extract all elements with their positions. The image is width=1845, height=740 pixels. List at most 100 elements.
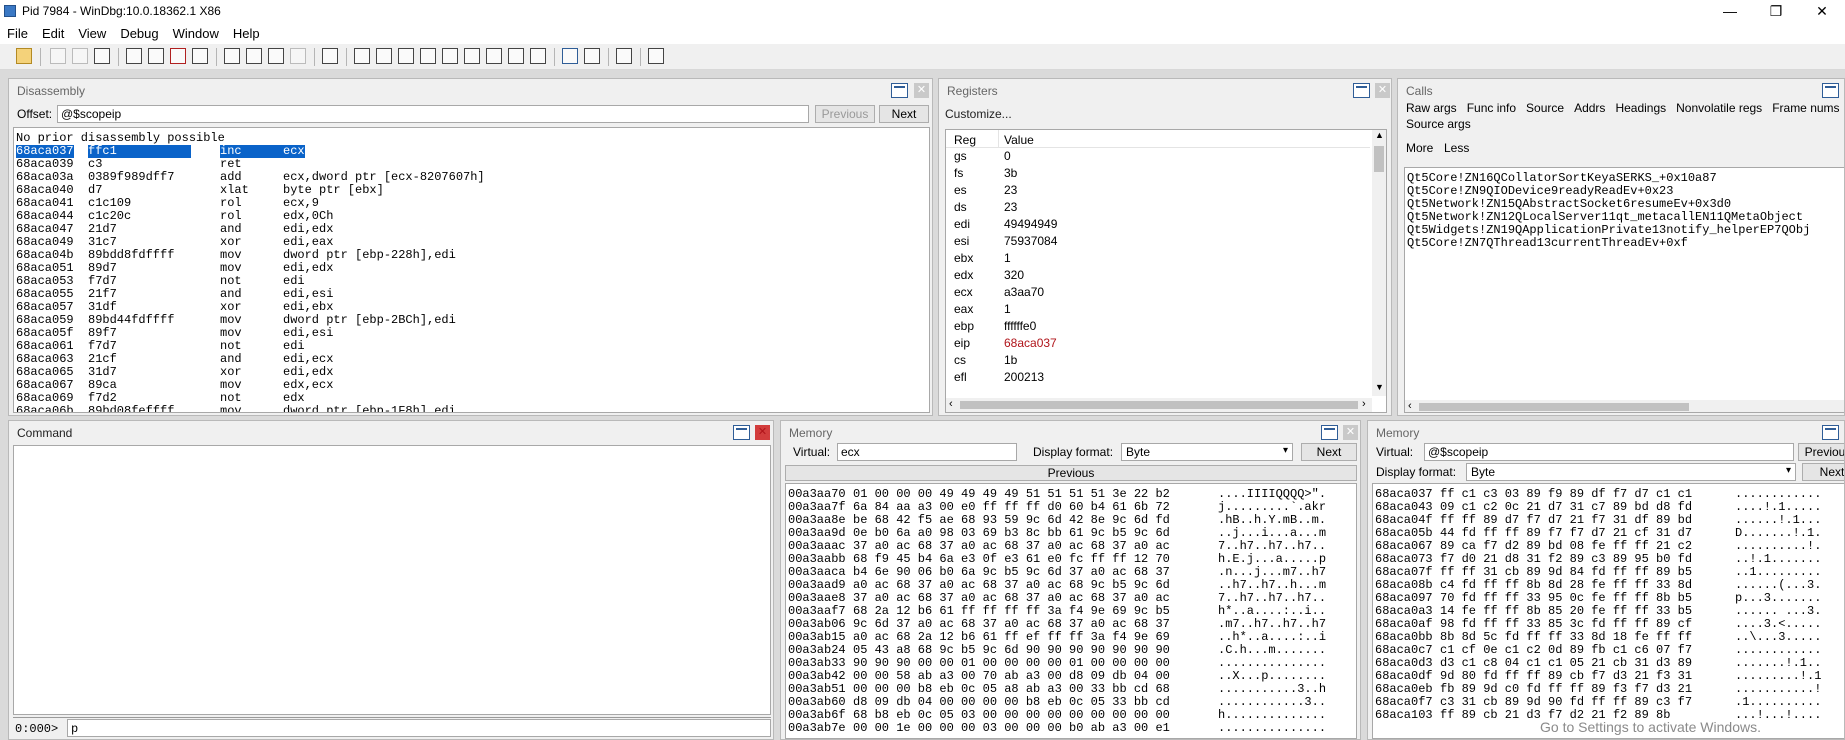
menu-view[interactable]: View	[71, 24, 113, 41]
disassembly-row[interactable]: 68aca055 21f7 and edi,esi	[14, 288, 929, 301]
disassembly-row[interactable]: 68aca040 d7 xlat byte ptr [ebx]	[14, 184, 929, 197]
dock-window-icon[interactable]	[1353, 83, 1370, 98]
scroll-left-icon[interactable]: ‹	[1408, 400, 1412, 412]
value-column-header[interactable]: Value	[1004, 133, 1034, 147]
stop-debugging-icon[interactable]	[170, 48, 186, 64]
reg-column-header[interactable]: Reg	[954, 133, 976, 147]
register-row[interactable]: eip 68aca037	[946, 335, 1370, 352]
restart-icon[interactable]	[148, 48, 164, 64]
raw-args-option[interactable]: Raw args	[1406, 101, 1457, 115]
scrollbar-thumb[interactable]	[960, 401, 1358, 409]
binary-display-icon[interactable]	[584, 48, 600, 64]
headings-option[interactable]: Headings	[1615, 101, 1666, 115]
scroll-up-icon[interactable]: ▲	[1375, 130, 1384, 140]
processes-threads-icon[interactable]	[530, 48, 546, 64]
cut-icon[interactable]	[50, 48, 66, 64]
register-row[interactable]: cs 1b	[946, 352, 1370, 369]
func-info-option[interactable]: Func info	[1467, 101, 1516, 115]
display-format-select[interactable]: Byte ▾	[1121, 443, 1293, 461]
offset-input[interactable]: @$scopeip	[57, 105, 809, 123]
command-input[interactable]: p	[67, 719, 771, 737]
register-row[interactable]: ebp ffffffe0	[946, 318, 1370, 335]
disassembly-row[interactable]: 68aca059 89bd44fdffff mov dword ptr [ebp-2B…	[14, 314, 929, 327]
next-button[interactable]: Next	[879, 105, 929, 123]
step-over-icon[interactable]	[246, 48, 262, 64]
memory-window-icon[interactable]	[442, 48, 458, 64]
open-file-icon[interactable]	[16, 48, 32, 64]
go-icon[interactable]	[126, 48, 142, 64]
frame-nums-option[interactable]: Frame nums	[1772, 101, 1839, 115]
options-icon[interactable]	[648, 48, 664, 64]
call-stack-window-icon[interactable]	[464, 48, 480, 64]
hand-icon[interactable]	[322, 48, 338, 64]
previous-button[interactable]: Previous	[815, 105, 875, 123]
dock-window-icon[interactable]	[891, 83, 908, 98]
command-window-icon[interactable]	[354, 48, 370, 64]
close-pane-icon[interactable]: ✕	[755, 425, 770, 440]
menu-debug[interactable]: Debug	[113, 24, 165, 41]
scroll-down-icon[interactable]: ▼	[1375, 382, 1384, 392]
memory-dump-2[interactable]: 68aca037 ff c1 c3 03 89 f9 89 df f7 d7 c1…	[1372, 483, 1844, 739]
restore-button[interactable]: ❐	[1753, 0, 1799, 24]
less-button[interactable]: Less	[1444, 141, 1469, 155]
disassembly-row[interactable]: 68aca051 89d7 mov edi,edx	[14, 262, 929, 275]
registers-window-icon[interactable]	[420, 48, 436, 64]
menu-window[interactable]: Window	[166, 24, 226, 41]
register-row[interactable]: gs 0	[946, 148, 1370, 165]
disassembly-row[interactable]: 68aca06b 89bd08feffff mov dword ptr [ebp-1F…	[14, 405, 929, 413]
next-button[interactable]: Next	[1802, 463, 1844, 481]
call-frame-row[interactable]: Qt5Core!ZN9QIODevice9readyReadEv+0x23	[1407, 185, 1844, 198]
disassembly-row[interactable]: 68aca053 f7d7 not edi	[14, 275, 929, 288]
disassembly-row[interactable]: 68aca044 c1c20c rol edx,0Ch	[14, 210, 929, 223]
addrs-option[interactable]: Addrs	[1574, 101, 1605, 115]
register-row[interactable]: ebx 1	[946, 250, 1370, 267]
disassembly-row[interactable]: 68aca04b 89bdd8fdffff mov dword ptr [ebp-22…	[14, 249, 929, 262]
disassembly-row[interactable]: 68aca041 c1c109 rol ecx,9	[14, 197, 929, 210]
call-frame-row[interactable]: Qt5Core!ZN16QCollatorSortKeyaSERKS_+0x10…	[1407, 172, 1844, 185]
close-window-button[interactable]: ✕	[1799, 0, 1845, 24]
previous-button[interactable]: Previous	[1798, 443, 1844, 461]
register-row[interactable]: edx 320	[946, 267, 1370, 284]
close-pane-icon[interactable]: ✕	[1343, 425, 1358, 440]
source-option[interactable]: Source	[1526, 101, 1564, 115]
register-row[interactable]: efl 200213	[946, 369, 1370, 386]
call-frame-row[interactable]: Qt5Widgets!ZN19QApplicationPrivate13noti…	[1407, 224, 1844, 237]
calls-horizontal-scrollbar[interactable]: ‹	[1405, 400, 1844, 412]
minimize-button[interactable]: —	[1707, 0, 1753, 24]
disassembly-row[interactable]: 68aca061 f7d7 not edi	[14, 340, 929, 353]
register-row[interactable]: es 23	[946, 182, 1370, 199]
scroll-left-icon[interactable]: ‹	[949, 398, 953, 410]
scroll-right-icon[interactable]: ›	[1362, 398, 1366, 410]
scratch-pad-icon[interactable]	[508, 48, 524, 64]
nonvolatile-regs-option[interactable]: Nonvolatile regs	[1676, 101, 1762, 115]
disassembly-window-icon[interactable]	[486, 48, 502, 64]
disassembly-listing[interactable]: No prior disassembly possible 68aca037 ff…	[13, 127, 930, 413]
disassembly-row[interactable]: 68aca067 89ca mov edx,ecx	[14, 379, 929, 392]
step-into-icon[interactable]	[224, 48, 240, 64]
disassembly-row[interactable]: 68aca047 21d7 and edi,edx	[14, 223, 929, 236]
disassembly-row[interactable]: 68aca05f 89f7 mov edi,esi	[14, 327, 929, 340]
next-button[interactable]: Next	[1301, 443, 1357, 461]
close-pane-icon[interactable]: ✕	[1375, 83, 1390, 98]
command-output[interactable]	[13, 445, 771, 715]
locals-window-icon[interactable]	[398, 48, 414, 64]
call-frame-row[interactable]: Qt5Network!ZN12QLocalServer11qt_metacall…	[1407, 211, 1844, 224]
dock-window-icon[interactable]	[1321, 425, 1338, 440]
dock-window-icon[interactable]	[1822, 425, 1839, 440]
previous-button[interactable]: Previous	[785, 465, 1357, 481]
disassembly-row[interactable]: 68aca063 21cf and edi,ecx	[14, 353, 929, 366]
register-row[interactable]: ds 23	[946, 199, 1370, 216]
step-out-icon[interactable]	[268, 48, 284, 64]
register-row[interactable]: edi 49494949	[946, 216, 1370, 233]
registers-horizontal-scrollbar[interactable]: ‹ ›	[946, 398, 1372, 412]
watch-window-icon[interactable]	[376, 48, 392, 64]
copy-icon[interactable]	[72, 48, 88, 64]
paste-icon[interactable]	[94, 48, 110, 64]
font-icon[interactable]	[616, 48, 632, 64]
more-button[interactable]: More	[1406, 141, 1433, 155]
detach-icon[interactable]	[192, 48, 208, 64]
call-frame-row[interactable]: Qt5Network!ZN15QAbstractSocket6resumeEv+…	[1407, 198, 1844, 211]
scrollbar-thumb[interactable]	[1374, 146, 1384, 172]
menu-file[interactable]: File	[0, 24, 35, 41]
disassembly-row[interactable]: 68aca065 31d7 xor edi,edx	[14, 366, 929, 379]
